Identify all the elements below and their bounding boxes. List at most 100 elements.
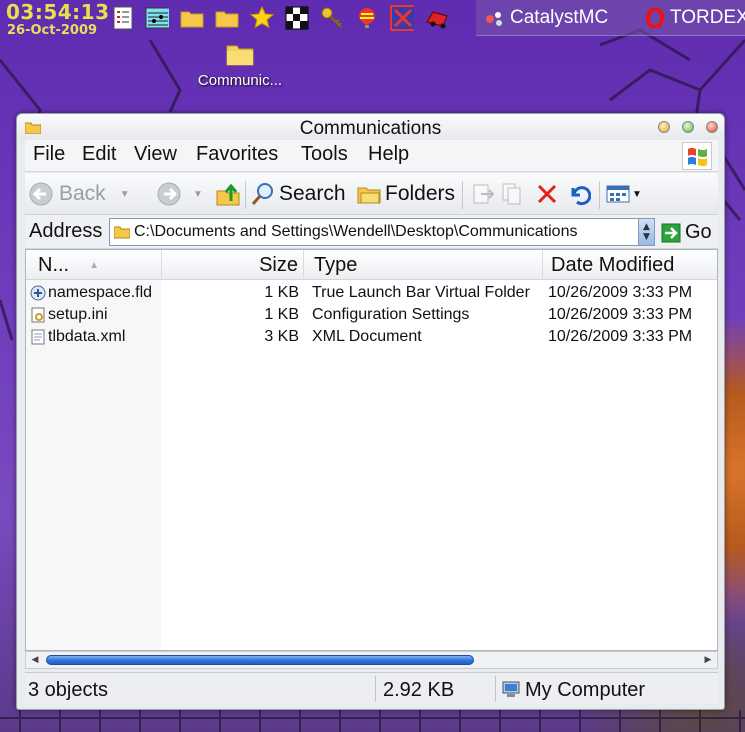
menu-favorites[interactable]: Favorites xyxy=(196,143,278,166)
toolbar: Back ▼ ▼ Search Folders ▼ xyxy=(25,173,718,215)
sort-ascending-icon: ▲ xyxy=(89,259,100,271)
xml-file-icon xyxy=(30,329,46,345)
taskbar-item-catalystmc[interactable]: CatalystMC xyxy=(484,6,608,30)
file-list: N... ▲ Size Type Date Modified namespace… xyxy=(25,249,718,651)
search-button[interactable]: Search xyxy=(251,181,346,207)
windows-logo-icon xyxy=(682,142,712,170)
status-separator xyxy=(375,676,376,702)
folders-label: Folders xyxy=(385,182,456,205)
address-dropdown-button[interactable]: ▲ ▼ xyxy=(638,219,654,245)
delete-x-icon xyxy=(536,183,558,205)
table-row[interactable]: setup.ini 1 KB Configuration Settings 10… xyxy=(26,304,717,326)
file-type: True Launch Bar Virtual Folder xyxy=(312,284,530,301)
move-to-button[interactable] xyxy=(471,181,495,207)
address-bar: Address C:\Documents and Settings\Wendel… xyxy=(25,215,718,249)
go-arrow-icon xyxy=(661,223,681,243)
virtual-folder-icon xyxy=(30,285,46,301)
close-button[interactable] xyxy=(706,121,718,133)
launch-bar: 03:54:13 26-Oct-2009 CatalystMC TORDEX xyxy=(0,0,745,40)
taskbar-item-tordex[interactable]: TORDEX xyxy=(646,6,745,30)
column-header-size-label: Size xyxy=(259,253,298,276)
file-name: setup.ini xyxy=(48,306,108,323)
move-to-icon xyxy=(471,182,495,206)
up-folder-icon xyxy=(216,182,240,206)
column-header-size[interactable]: Size xyxy=(162,250,304,280)
column-header-date-modified[interactable]: Date Modified xyxy=(543,250,717,280)
file-name-cell: namespace.fld xyxy=(30,282,152,304)
maximize-button[interactable] xyxy=(682,121,694,133)
folders-icon xyxy=(357,183,381,205)
forward-button[interactable]: ▼ xyxy=(157,181,203,207)
address-input[interactable]: C:\Documents and Settings\Wendell\Deskto… xyxy=(109,218,655,246)
file-modified: 10/26/2009 3:33 PM xyxy=(548,306,693,323)
menu-file[interactable]: File xyxy=(33,143,65,166)
checker-puzzle-icon[interactable] xyxy=(285,6,309,30)
music-score-icon[interactable] xyxy=(145,6,169,30)
folder-icon[interactable] xyxy=(215,6,239,30)
file-modified: 10/26/2009 3:33 PM xyxy=(548,284,693,301)
column-header-name[interactable]: N... ▲ xyxy=(26,250,162,280)
file-size: 1 KB xyxy=(264,306,299,323)
undo-icon xyxy=(567,182,591,206)
go-button[interactable]: Go xyxy=(661,221,712,244)
balloon-icon[interactable] xyxy=(355,6,379,30)
status-object-count: 3 objects xyxy=(28,678,109,701)
go-label: Go xyxy=(685,221,712,243)
menu-tools[interactable]: Tools xyxy=(301,143,348,166)
column-header-type-label: Type xyxy=(314,253,358,276)
menu-bar: File Edit View Favorites Tools Help xyxy=(25,140,718,172)
folders-button[interactable]: Folders xyxy=(357,181,455,207)
catalyst-icon xyxy=(484,9,504,27)
back-button[interactable]: Back ▼ xyxy=(29,181,130,207)
desktop-icon-communications[interactable]: Communic... xyxy=(190,42,290,89)
status-bar: 3 objects 2.92 KB My Computer xyxy=(25,672,718,704)
updown-arrows-icon: ▲ ▼ xyxy=(643,222,650,242)
file-modified: 10/26/2009 3:33 PM xyxy=(548,328,693,345)
star-icon[interactable] xyxy=(250,6,274,30)
scroll-left-arrow-icon[interactable]: ◀ xyxy=(28,653,42,667)
file-size: 3 KB xyxy=(264,328,299,345)
minimize-button[interactable] xyxy=(658,121,670,133)
views-icon xyxy=(606,183,630,205)
red-x-tool-icon[interactable] xyxy=(390,5,414,31)
file-size: 1 KB xyxy=(264,284,299,301)
scrollbar-thumb[interactable] xyxy=(46,655,474,665)
address-label: Address xyxy=(29,220,103,242)
file-type: Configuration Settings xyxy=(312,306,470,323)
copy-to-button[interactable] xyxy=(501,181,525,207)
delete-button[interactable] xyxy=(536,181,558,207)
column-header-name-label: N... xyxy=(38,253,70,276)
scroll-right-arrow-icon[interactable]: ▶ xyxy=(701,653,715,667)
file-name: namespace.fld xyxy=(48,284,153,301)
file-name-cell: setup.ini xyxy=(30,304,108,326)
views-button[interactable]: ▼ xyxy=(606,181,642,207)
undo-button[interactable] xyxy=(567,181,591,207)
back-arrow-icon xyxy=(29,182,53,206)
taskbar-item-label: CatalystMC xyxy=(510,7,609,28)
column-header-date-label: Date Modified xyxy=(551,253,675,276)
red-car-icon[interactable] xyxy=(425,6,449,30)
table-row[interactable]: tlbdata.xml 3 KB XML Document 10/26/2009… xyxy=(26,326,717,348)
checklist-icon[interactable] xyxy=(111,6,135,30)
table-row[interactable]: namespace.fld 1 KB True Launch Bar Virtu… xyxy=(26,282,717,304)
keys-icon[interactable] xyxy=(320,6,344,30)
toolbar-separator xyxy=(599,181,600,209)
folder-icon[interactable] xyxy=(180,6,204,30)
toolbar-separator xyxy=(245,181,246,209)
explorer-window: Communications File Edit View Favorites … xyxy=(16,113,725,710)
file-type: XML Document xyxy=(312,328,422,345)
menu-view[interactable]: View xyxy=(134,143,177,166)
title-bar[interactable]: Communications xyxy=(17,114,724,140)
folder-icon xyxy=(226,42,254,70)
back-label: Back xyxy=(59,182,106,205)
status-location-label: My Computer xyxy=(525,678,646,701)
chevron-down-icon: ▼ xyxy=(119,188,130,200)
up-folder-button[interactable] xyxy=(216,181,240,207)
column-header-row: N... ▲ Size Type Date Modified xyxy=(26,250,717,280)
column-header-type[interactable]: Type xyxy=(304,250,543,280)
horizontal-scrollbar[interactable]: ◀ ▶ xyxy=(25,651,718,669)
my-computer-icon xyxy=(501,681,521,699)
menu-help[interactable]: Help xyxy=(368,143,409,166)
menu-edit[interactable]: Edit xyxy=(82,143,116,166)
ini-file-icon xyxy=(30,307,46,323)
